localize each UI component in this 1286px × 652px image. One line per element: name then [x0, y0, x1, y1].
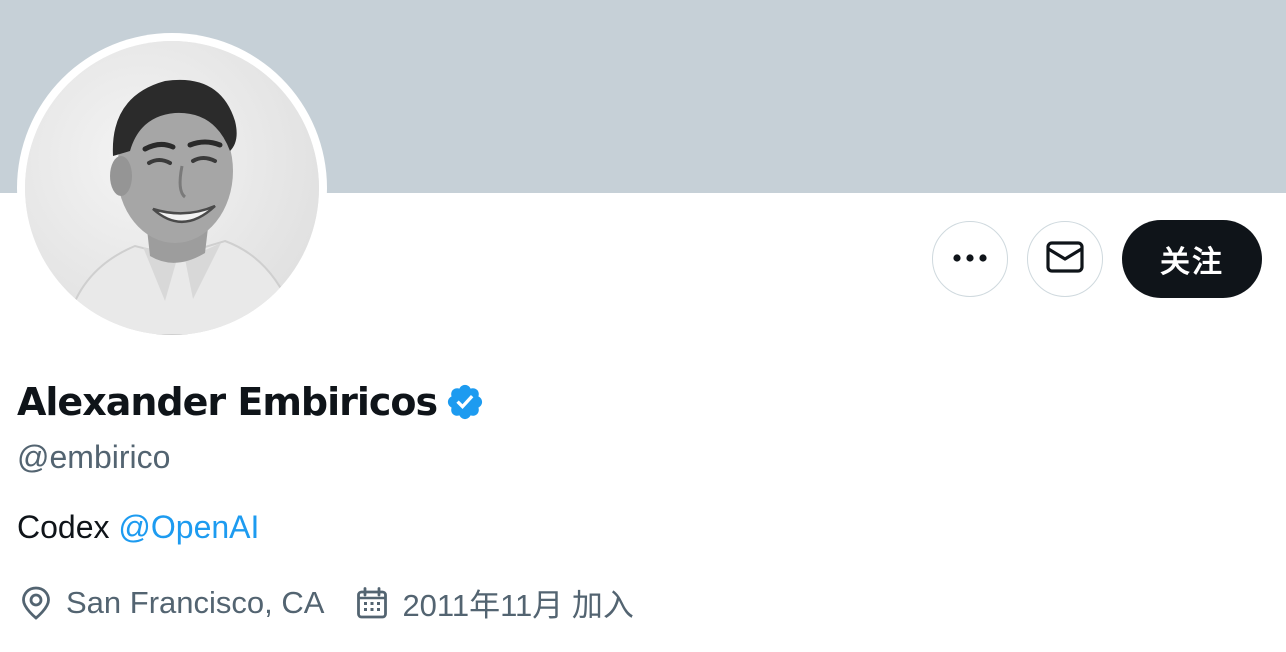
name-row: Alexander Embiricos	[17, 380, 485, 424]
profile-actions: 关注	[932, 220, 1262, 298]
profile-handle: @embirico	[17, 439, 171, 475]
envelope-icon	[1046, 240, 1084, 278]
verified-badge-icon[interactable]	[445, 382, 485, 422]
bio-mention-link[interactable]: @OpenAI	[118, 509, 259, 545]
avatar-image	[25, 41, 319, 335]
profile-bio: Codex @OpenAI	[17, 509, 259, 546]
joined-date-text: 2011年11月 加入	[402, 588, 634, 623]
location-item: San Francisco, CA	[20, 585, 324, 621]
display-name: Alexander Embiricos	[17, 380, 438, 424]
follow-button[interactable]: 关注	[1122, 220, 1262, 298]
location-pin-icon	[20, 586, 52, 620]
calendar-icon	[356, 586, 388, 619]
avatar[interactable]	[17, 33, 327, 343]
message-button[interactable]	[1027, 221, 1103, 297]
more-horizontal-icon	[952, 250, 988, 268]
bio-text: Codex	[17, 509, 110, 545]
more-button[interactable]	[932, 221, 1008, 297]
location-text: San Francisco, CA	[66, 584, 325, 620]
profile-meta: San Francisco, CA 2011年11月 加入	[20, 580, 666, 625]
joined-item: 2011年11月 加入	[356, 580, 634, 625]
